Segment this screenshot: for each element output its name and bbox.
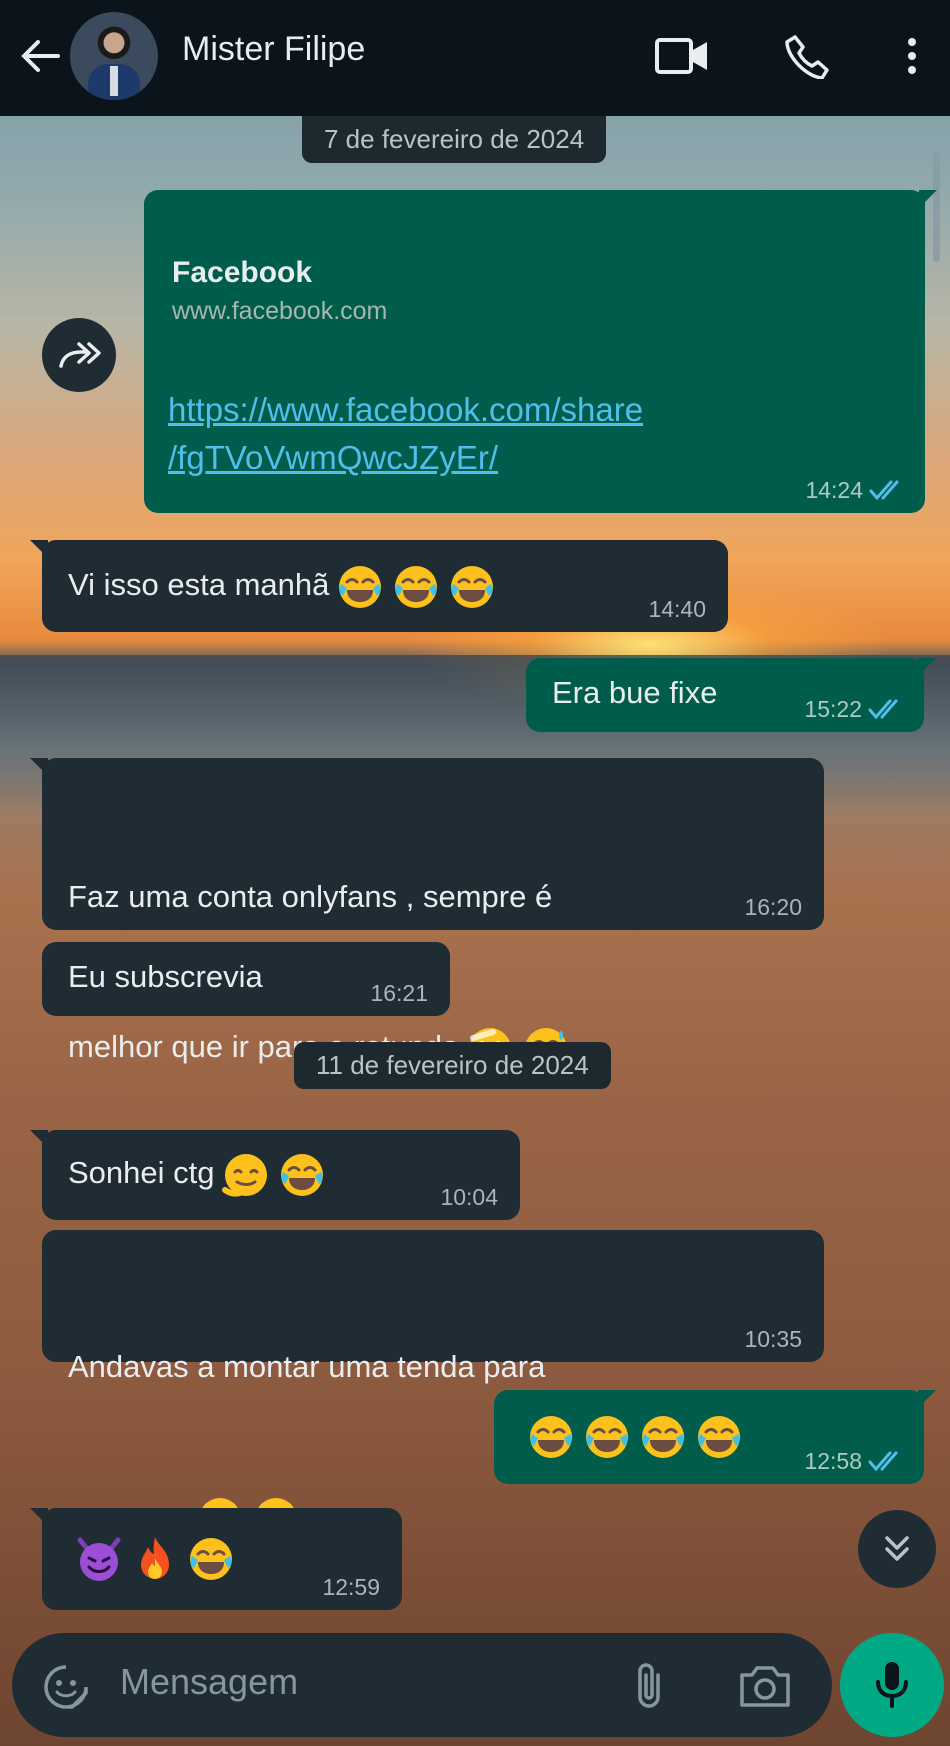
message-outgoing[interactable]: 12:58 [494, 1390, 936, 1484]
message-time: 10:35 [744, 1326, 802, 1352]
message-incoming[interactable]: Vi isso esta manhã 14:40 [30, 540, 728, 632]
date-separator: 11 de fevereiro de 2024 [294, 1042, 611, 1089]
sticker-icon[interactable] [42, 1663, 90, 1715]
joy-emoji-icon [530, 1415, 572, 1458]
joy-emoji-icon [642, 1415, 684, 1458]
contact-name[interactable]: Mister Filipe [182, 30, 365, 69]
message-incoming[interactable]: Sonhei ctg 10:04 [30, 1130, 520, 1220]
message-outgoing[interactable]: Era bue fixe 15:22 [526, 658, 936, 732]
attach-icon[interactable] [632, 1661, 666, 1715]
joy-emoji-icon [395, 565, 438, 608]
read-ticks-icon [868, 699, 898, 720]
message-time: 16:21 [370, 980, 428, 1006]
devil-emoji-icon [77, 1537, 121, 1581]
message-incoming[interactable]: 12:59 [30, 1508, 402, 1610]
read-ticks-icon [869, 480, 899, 501]
joy-emoji-icon [586, 1415, 628, 1458]
forward-icon[interactable] [42, 318, 116, 392]
chat-header: Mister Filipe [0, 0, 950, 116]
fire-emoji-icon [141, 1536, 169, 1579]
scroll-down-icon[interactable] [858, 1510, 936, 1588]
joy-emoji-icon [698, 1415, 740, 1458]
more-icon[interactable] [882, 26, 942, 86]
back-arrow-icon[interactable] [18, 34, 62, 78]
message-time: 12:59 [322, 1574, 380, 1600]
message-time: 12:58 [804, 1448, 862, 1474]
message-incoming[interactable]: Faz uma conta onlyfans , sempre é melhor… [30, 758, 824, 1070]
message-composer[interactable]: Mensagem [12, 1633, 832, 1737]
message-incoming[interactable]: Eu subscrevia 16:21 [42, 942, 450, 1016]
message-time: 15:22 [804, 696, 862, 722]
link-preview-domain: www.facebook.com [172, 297, 388, 325]
date-separator: 7 de fevereiro de 2024 [302, 116, 607, 163]
mic-icon[interactable] [840, 1633, 944, 1737]
video-call-icon[interactable] [652, 26, 712, 86]
avatar[interactable] [70, 12, 158, 100]
joy-emoji-icon [280, 1153, 323, 1196]
message-time: 10:04 [440, 1184, 498, 1210]
read-ticks-icon [868, 1451, 898, 1472]
melting-emoji-icon [221, 1153, 267, 1197]
joy-emoji-icon [190, 1537, 232, 1580]
phone-icon[interactable] [778, 26, 838, 86]
message-time: 14:24 [805, 477, 863, 503]
message-incoming[interactable]: Andavas a montar uma tenda para acampar … [42, 1230, 824, 1540]
joy-emoji-icon [451, 565, 494, 608]
joy-emoji-icon [339, 565, 382, 608]
message-time: 14:40 [648, 596, 706, 622]
link-url[interactable]: https://www.facebook.com/share /fgTVoVwm… [168, 386, 768, 482]
message-time: 16:20 [744, 894, 802, 920]
camera-icon[interactable] [738, 1663, 792, 1713]
message-input[interactable]: Mensagem [120, 1661, 298, 1703]
link-preview-message[interactable]: Facebook www.facebook.com https://www.fa… [144, 190, 937, 513]
